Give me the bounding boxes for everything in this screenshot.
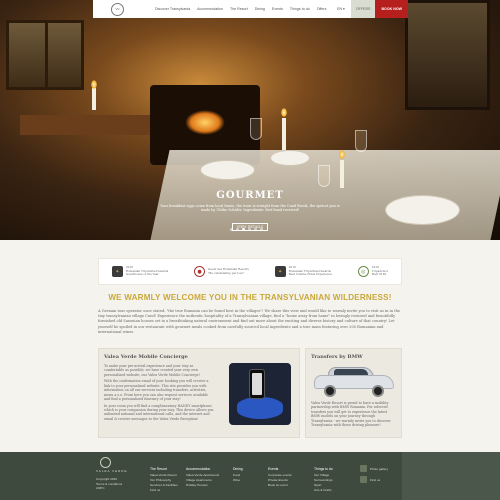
slider-dot[interactable] (248, 228, 251, 231)
bmw-card[interactable]: Transfers by BMW Valea Verde Resort is p… (305, 348, 402, 438)
footer-links-right: Photo gallery Find us (360, 465, 388, 483)
hero-plate (270, 150, 310, 166)
hero-candle (282, 118, 286, 150)
hero-plate (200, 160, 255, 180)
photo-gallery-link[interactable]: Photo gallery (360, 465, 388, 472)
footer-side-panel (402, 452, 500, 500)
bmw-paragraph: Valea Verde Resort is proud to have a mo… (311, 401, 391, 428)
hero-candle (92, 88, 96, 110)
hero-slider[interactable]: GOURMET Your breakfast eggs come from lo… (0, 0, 500, 240)
concierge-title: Valea Verde Mobile Concierge (104, 354, 188, 360)
slider-dot[interactable] (260, 228, 263, 231)
nav-item-offers[interactable]: Offers (317, 7, 327, 11)
nav-item-resort[interactable]: The Resort (230, 7, 248, 11)
award-item[interactable]: ✦ 2016 Romanian TripAdvisorAwards Best Cui… (274, 266, 332, 277)
hero-side-table (20, 115, 150, 135)
footer-col-resort: The Resort Valea Verde Resort Our Philos… (150, 467, 178, 493)
footer-brand: VALEA VERDE (96, 469, 128, 473)
nav-item-things-to-do[interactable]: Things to do (290, 7, 310, 11)
book-now-button[interactable]: BOOK NOW (375, 0, 408, 18)
hero-candle (340, 160, 344, 188)
hero-text: Your breakfast eggs come from local farm… (160, 204, 340, 213)
footer-legal: Copyright 2016 Terms & conditions ANPC (96, 477, 123, 491)
hero-wine-glass (250, 118, 262, 140)
anpc-link[interactable]: ANPC (96, 486, 122, 491)
tripadvisor-green-icon: ◎ (357, 266, 369, 277)
awards-strip: ✦ 2016 Romanian TripAdvisorAwards Guesthou… (98, 258, 402, 285)
hero-caption: GOURMET Your breakfast eggs come from lo… (0, 190, 500, 232)
top-nav: VV Discover Transylvania Accommodation T… (93, 0, 408, 18)
language-select[interactable]: EN ▾ (331, 7, 351, 11)
welcome-heading: WE WARMLY WELCOME YOU IN THE TRANSYLVANI… (108, 293, 392, 302)
nav-item-events[interactable]: Events (272, 7, 283, 11)
footer-col-events: Events Corporate events Private Events B… (268, 467, 292, 488)
hero-fire (185, 110, 225, 135)
hero-candle-flame (339, 150, 345, 159)
slider-dot[interactable] (242, 228, 245, 231)
bmw-title: Transfers by BMW (311, 354, 363, 360)
nav-item-dining[interactable]: Dining (255, 7, 265, 11)
slider-dot[interactable] (230, 228, 233, 231)
hero-window (6, 20, 84, 90)
hero-wine-glass (318, 165, 330, 187)
tripadvisor-icon: ✦ (111, 266, 123, 277)
welcome-text: A German tour operator once stated: "the… (98, 309, 402, 335)
main-menu: Discover Transylvania Accommodation The … (155, 7, 326, 11)
hero-title: GOURMET (216, 190, 284, 201)
footer-logo[interactable] (100, 457, 111, 468)
concierge-card[interactable]: Valea Verde Mobile Concierge To make you… (98, 348, 300, 438)
slider-dot[interactable] (236, 228, 239, 231)
hero-candle-flame (91, 80, 97, 89)
find-us-link[interactable]: Find us (360, 476, 388, 483)
award-item[interactable]: ● Guest des Romanian Resorts "Be outstand… (194, 266, 249, 277)
bmw-car-image (314, 367, 394, 397)
award-item[interactable]: ✦ 2016 Romanian TripAdvisorAwards Guesthou… (111, 266, 168, 277)
camera-icon (360, 465, 367, 472)
hero-candle-flame (281, 108, 287, 117)
map-pin-icon (360, 476, 367, 483)
welcome-paragraph: A German tour operator once stated: "the… (98, 309, 401, 334)
smartphone-image (229, 363, 291, 425)
concierge-paragraph: In your room you will find a complimenta… (104, 403, 214, 421)
tripadvisor-icon: ✦ (274, 266, 286, 277)
concierge-paragraph: To make your pre-arrival experience and … (104, 364, 200, 377)
nav-item-discover[interactable]: Discover Transylvania (155, 7, 190, 11)
footer: VALEA VERDE Copyright 2016 Terms & condi… (0, 452, 500, 500)
footer-col-accommodation: Accommodation Valea Verde Apartments Vil… (186, 467, 220, 488)
nav-right: EN ▾ OFFERS BOOK NOW (331, 0, 408, 18)
slider-dot[interactable] (254, 228, 257, 231)
hero-wine-glass (355, 130, 367, 152)
footer-col-things-to-do: Things to do Our Village Surroundings Sp… (314, 467, 333, 493)
logo[interactable]: VV (111, 2, 124, 16)
offers-button[interactable]: OFFERS (350, 0, 376, 18)
award-seal-icon: ● (194, 266, 205, 277)
slider-dots (230, 228, 263, 231)
nav-item-accommodation[interactable]: Accommodation (197, 7, 223, 11)
footer-col-dining: Dining Food Wine (233, 467, 243, 483)
hero-window-right (405, 0, 490, 110)
concierge-paragraph: With the confirmation email of your book… (104, 379, 209, 402)
award-item[interactable]: ◎ 2016 Tripadvisor Hall Of Fa (357, 266, 388, 277)
